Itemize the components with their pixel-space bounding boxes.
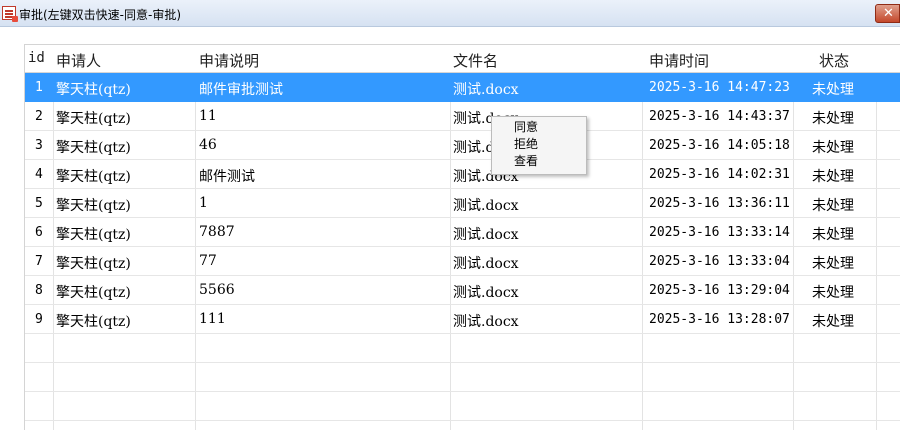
window-title: 审批(左键双击快速-同意-审批) (19, 8, 182, 22)
cell-id: 9 (35, 312, 43, 327)
cell-id: 4 (35, 167, 43, 182)
cell-status: 未处理 (812, 140, 854, 156)
cell-applicant: 擎天柱(qtz) (56, 227, 131, 243)
empty-row (25, 392, 900, 421)
cell-applicant: 擎天柱(qtz) (56, 198, 131, 214)
column-header-time[interactable]: 申请时间 (649, 50, 709, 71)
cell-time: 2025-3-16 14:05:18 (649, 138, 790, 153)
cell-time: 2025-3-16 14:02:31 (649, 167, 790, 182)
cell-time: 2025-3-16 13:29:04 (649, 283, 790, 298)
cell-description: 5566 (199, 282, 235, 298)
close-button[interactable]: ✕ (875, 4, 900, 23)
cell-id: 5 (35, 196, 43, 211)
column-header-id[interactable]: id (28, 50, 45, 66)
cell-applicant: 擎天柱(qtz) (56, 111, 131, 127)
cell-status: 未处理 (812, 227, 854, 243)
cell-time: 2025-3-16 13:33:04 (649, 254, 790, 269)
cell-description: 46 (199, 137, 217, 153)
cell-description: 7887 (199, 224, 235, 240)
cell-time: 2025-3-16 14:43:37 (649, 109, 790, 124)
context-menu[interactable]: 同意 拒绝 查看 (491, 116, 587, 175)
table-body: 1 擎天柱(qtz) 邮件审批测试 测试.docx 2025-3-16 14:47:23… (25, 73, 900, 421)
cell-status: 未处理 (812, 285, 854, 301)
approval-table[interactable]: id 申请人 申请说明 文件名 申请时间 状态 1 擎天柱(qtz) 邮件审批测试测… (24, 44, 900, 430)
column-header-description[interactable]: 申请说明 (199, 50, 259, 71)
cell-description: 邮件测试 (199, 169, 255, 185)
cell-applicant: 擎天柱(qtz) (56, 140, 131, 156)
cell-time: 2025-3-16 14:47:23 (649, 80, 790, 95)
table-row[interactable]: 1 擎天柱(qtz) 邮件审批测试 测试.docx 2025-3-16 14:47:23… (25, 73, 900, 102)
menu-item-reject[interactable]: 拒绝 (492, 136, 586, 153)
cell-applicant: 擎天柱(qtz) (56, 169, 131, 185)
cell-id: 1 (35, 80, 43, 95)
table-row[interactable]: 9 擎天柱(qtz) 111 测试.docx 2025-3-16 13:28:07 未处理 (25, 305, 900, 334)
cell-filename: 测试.docx (453, 314, 519, 330)
cell-filename: 测试.docx (453, 285, 519, 301)
cell-time: 2025-3-16 13:33:14 (649, 225, 790, 240)
cell-status: 未处理 (812, 82, 854, 98)
column-header-applicant[interactable]: 申请人 (56, 50, 101, 71)
cell-id: 6 (35, 225, 43, 240)
cell-status: 未处理 (812, 111, 854, 127)
cell-filename: 测试.docx (453, 198, 519, 214)
cell-description: 111 (199, 311, 226, 327)
table-row[interactable]: 5 擎天柱(qtz) 1 测试.docx 2025-3-16 13:36:11 未处理 (25, 189, 900, 218)
cell-status: 未处理 (812, 314, 854, 330)
table-header: id 申请人 申请说明 文件名 申请时间 状态 (25, 45, 900, 73)
empty-row (25, 334, 900, 363)
cell-description: 1 (199, 195, 208, 211)
cell-applicant: 擎天柱(qtz) (56, 314, 131, 330)
table-row[interactable]: 6 擎天柱(qtz) 7887 测试.docx 2025-3-16 13:33:14 未处… (25, 218, 900, 247)
table-row[interactable]: 2 擎天柱(qtz) 11 测试.docx 2025-3-16 14:43:37 未处理 (25, 102, 900, 131)
cell-description: 邮件审批测试 (199, 82, 283, 98)
cell-time: 2025-3-16 13:28:07 (649, 312, 790, 327)
cell-status: 未处理 (812, 169, 854, 185)
empty-row (25, 363, 900, 392)
cell-id: 3 (35, 138, 43, 153)
table-row[interactable]: 3 擎天柱(qtz) 46 测试.docx 2025-3-16 14:05:18 未处理 (25, 131, 900, 160)
title-bar[interactable]: 审批(左键双击快速-同意-审批) ✕ (0, 0, 900, 27)
cell-description: 77 (199, 253, 217, 269)
cell-applicant: 擎天柱(qtz) (56, 82, 131, 98)
cell-status: 未处理 (812, 256, 854, 272)
table-row[interactable]: 7 擎天柱(qtz) 77 测试.docx 2025-3-16 13:33:04 未处理 (25, 247, 900, 276)
approval-list-icon (2, 6, 18, 22)
cell-status: 未处理 (812, 198, 854, 214)
menu-item-view[interactable]: 查看 (492, 153, 586, 170)
table-row[interactable]: 8 擎天柱(qtz) 5566 测试.docx 2025-3-16 13:29:04 未处… (25, 276, 900, 305)
cell-id: 7 (35, 254, 43, 269)
cell-filename: 测试.docx (453, 256, 519, 272)
cell-filename: 测试.docx (453, 227, 519, 243)
cell-applicant: 擎天柱(qtz) (56, 256, 131, 272)
menu-item-approve[interactable]: 同意 (492, 119, 586, 136)
cell-filename: 测试.docx (453, 82, 519, 98)
window-body: id 申请人 申请说明 文件名 申请时间 状态 1 擎天柱(qtz) 邮件审批测试测… (0, 27, 900, 430)
cell-time: 2025-3-16 13:36:11 (649, 196, 790, 211)
cell-id: 8 (35, 283, 43, 298)
column-header-filename[interactable]: 文件名 (453, 50, 498, 71)
cell-applicant: 擎天柱(qtz) (56, 285, 131, 301)
table-row[interactable]: 4 擎天柱(qtz) 邮件测试 测试.docx 2025-3-16 14:02:31 未处… (25, 160, 900, 189)
column-header-status[interactable]: 状态 (819, 50, 849, 71)
cell-description: 11 (199, 108, 217, 124)
close-icon: ✕ (883, 6, 894, 21)
cell-id: 2 (35, 109, 43, 124)
